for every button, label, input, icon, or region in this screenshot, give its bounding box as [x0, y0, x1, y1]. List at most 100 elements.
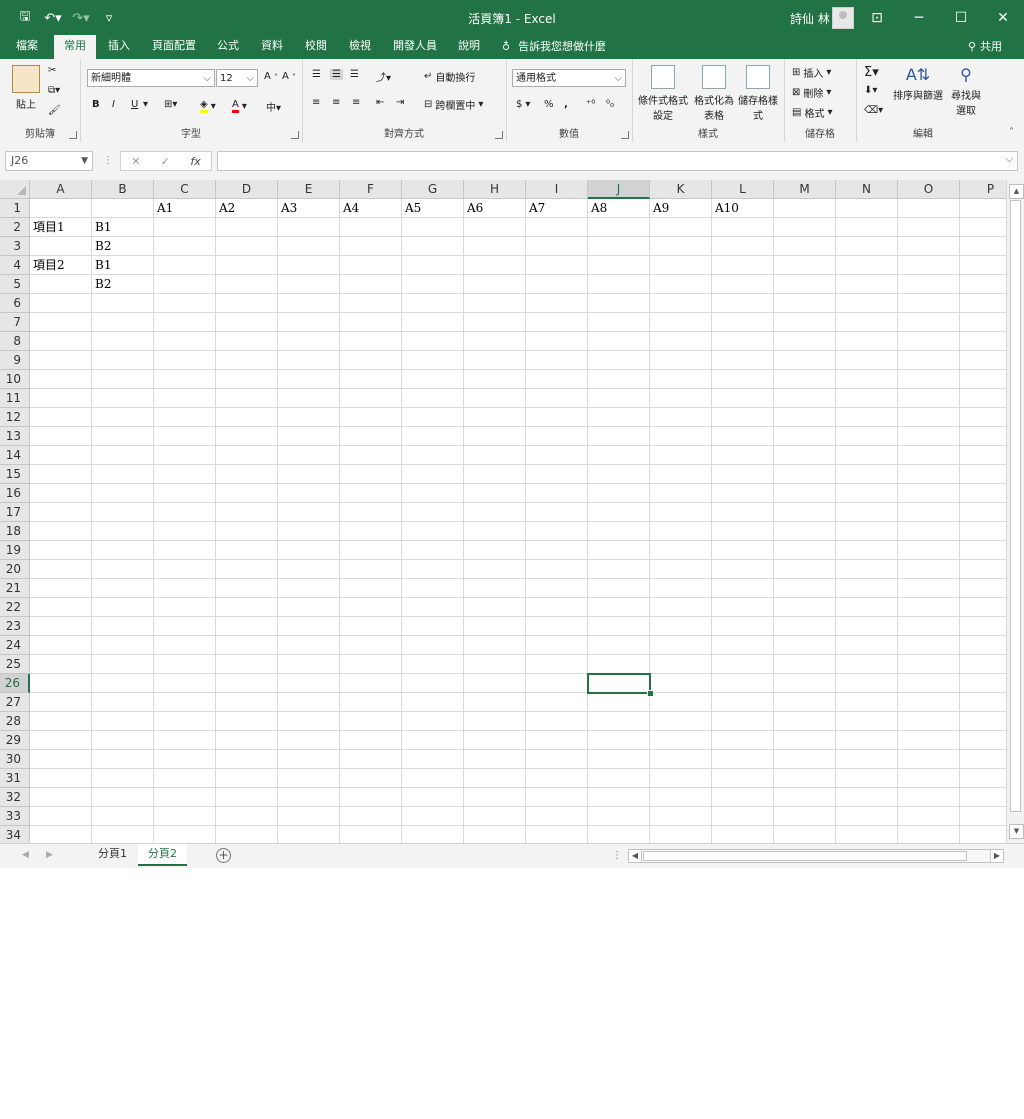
next-sheet-icon[interactable]: ▶ [46, 850, 53, 860]
row-header-24[interactable]: 24 [0, 636, 30, 655]
cell-area[interactable]: A1 A2 A3 A4 A5 A6 A7 A8 A9 A10 項目1 B1 B2 項目2 B1 B2 [30, 199, 1006, 843]
shrink-font-icon[interactable]: A ˅ [282, 71, 296, 82]
expand-formula-icon[interactable]: ⌵ [1005, 154, 1013, 165]
currency-button[interactable]: $ ▾ [516, 99, 530, 110]
tab-formulas[interactable]: 公式 [207, 35, 249, 59]
insert-cells-button[interactable]: ⊞ 插入 ▾ [792, 65, 831, 80]
cell-c1[interactable]: A1 [154, 199, 173, 218]
row-header-30[interactable]: 30 [0, 750, 30, 769]
align-bottom-icon[interactable]: ☰ [350, 69, 359, 80]
row-header-2[interactable]: 2 [0, 218, 30, 237]
font-size-select[interactable]: 12 ⌵ [216, 69, 258, 87]
column-header-k[interactable]: K [650, 180, 712, 199]
row-header-19[interactable]: 19 [0, 541, 30, 560]
tab-review[interactable]: 校閱 [295, 35, 337, 59]
paste-button[interactable]: 貼上 [12, 65, 40, 111]
scroll-up-icon[interactable]: ▲ [1009, 184, 1024, 199]
insert-function-icon[interactable]: fx [190, 155, 200, 168]
column-header-d[interactable]: D [216, 180, 278, 199]
row-header-28[interactable]: 28 [0, 712, 30, 731]
format-painter-icon[interactable]: 🖌 [48, 105, 61, 116]
increase-indent-icon[interactable]: ⇥ [396, 97, 404, 108]
vertical-scrollbar[interactable]: ▲ ▼ [1006, 180, 1024, 843]
row-header-13[interactable]: 13 [0, 427, 30, 446]
fill-icon[interactable]: ⬇▾ [864, 85, 877, 96]
prev-sheet-icon[interactable]: ◀ [22, 850, 29, 860]
row-header-1[interactable]: 1 [0, 199, 30, 218]
sheet-tab-1[interactable]: 分頁1 [88, 844, 137, 866]
align-middle-icon[interactable]: ☰ [330, 69, 343, 80]
borders-icon[interactable]: ⊞▾ [164, 99, 177, 110]
comma-button[interactable]: , [564, 99, 568, 110]
name-box[interactable]: J26 ▼ [5, 151, 93, 171]
column-header-l[interactable]: L [712, 180, 774, 199]
row-header-6[interactable]: 6 [0, 294, 30, 313]
row-header-5[interactable]: 5 [0, 275, 30, 294]
tab-insert[interactable]: 插入 [98, 35, 140, 59]
column-header-n[interactable]: N [836, 180, 898, 199]
autosum-icon[interactable]: Σ▾ [864, 65, 879, 80]
wrap-text-button[interactable]: ↵ 自動換行 [424, 69, 475, 84]
column-header-e[interactable]: E [278, 180, 340, 199]
cell-i1[interactable]: A7 [526, 199, 545, 218]
cell-h1[interactable]: A6 [464, 199, 483, 218]
enter-icon[interactable]: ✓ [161, 155, 170, 168]
phonetic-icon[interactable]: 中▾ [266, 99, 281, 114]
number-format-select[interactable]: 通用格式 ⌵ [512, 69, 626, 87]
conditional-formatting-button[interactable]: 條件式格式設定 [638, 65, 688, 122]
alignment-launcher-icon[interactable] [495, 131, 503, 139]
row-header-10[interactable]: 10 [0, 370, 30, 389]
align-top-icon[interactable]: ☰ [312, 69, 321, 80]
scroll-left-icon[interactable]: ◀ [629, 850, 642, 862]
number-launcher-icon[interactable] [621, 131, 629, 139]
percent-button[interactable]: % [544, 99, 554, 110]
row-header-31[interactable]: 31 [0, 769, 30, 788]
cut-icon[interactable]: ✂ [48, 65, 56, 76]
row-header-14[interactable]: 14 [0, 446, 30, 465]
column-header-m[interactable]: M [774, 180, 836, 199]
font-color-icon[interactable]: A ▾ [232, 99, 247, 113]
cell-k1[interactable]: A9 [650, 199, 669, 218]
cell-b4[interactable]: B1 [92, 256, 111, 275]
active-cell-selection[interactable] [587, 673, 651, 694]
find-select-button[interactable]: ⚲ 尋找與選取 [948, 65, 984, 117]
bold-button[interactable]: B [92, 99, 100, 110]
row-header-4[interactable]: 4 [0, 256, 30, 275]
row-header-32[interactable]: 32 [0, 788, 30, 807]
tab-view[interactable]: 檢視 [339, 35, 381, 59]
merge-center-button[interactable]: ⊟ 跨欄置中 ▾ [424, 97, 483, 112]
tab-page-layout[interactable]: 頁面配置 [142, 35, 206, 59]
copy-icon[interactable]: ⧉▾ [48, 85, 60, 96]
column-header-g[interactable]: G [402, 180, 464, 199]
tab-developer[interactable]: 開發人員 [383, 35, 447, 59]
vertical-scroll-thumb[interactable] [1010, 200, 1021, 812]
tab-file[interactable]: 檔案 [6, 35, 48, 59]
row-header-27[interactable]: 27 [0, 693, 30, 712]
cell-d1[interactable]: A2 [216, 199, 235, 218]
tab-help[interactable]: 說明 [448, 35, 490, 59]
delete-cells-button[interactable]: ⊠ 刪除 ▾ [792, 85, 831, 100]
user-name[interactable]: 詩仙 林 [790, 10, 830, 27]
tab-home[interactable]: 常用 [54, 35, 96, 59]
column-header-b[interactable]: B [92, 180, 154, 199]
share-button[interactable]: ⚲ 共用 [968, 35, 1002, 59]
column-header-a[interactable]: A [30, 180, 92, 199]
sheet-tab-2[interactable]: 分頁2 [138, 844, 187, 866]
select-all-button[interactable] [0, 180, 30, 199]
cell-g1[interactable]: A5 [402, 199, 421, 218]
add-sheet-icon[interactable]: + [216, 848, 231, 863]
format-cells-button[interactable]: ▤ 格式 ▾ [792, 105, 832, 120]
minimize-button[interactable]: ─ [898, 0, 940, 35]
cell-a2[interactable]: 項目1 [30, 218, 65, 237]
sort-filter-button[interactable]: A⇅ 排序與篩選 [892, 65, 944, 102]
orientation-icon[interactable]: ⤴▾ [376, 69, 391, 84]
column-header-o[interactable]: O [898, 180, 960, 199]
row-header-12[interactable]: 12 [0, 408, 30, 427]
scroll-right-icon[interactable]: ▶ [990, 850, 1003, 862]
row-header-15[interactable]: 15 [0, 465, 30, 484]
cell-b2[interactable]: B1 [92, 218, 111, 237]
decrease-indent-icon[interactable]: ⇤ [376, 97, 384, 108]
align-right-icon[interactable]: ≡ [352, 97, 360, 108]
row-header-25[interactable]: 25 [0, 655, 30, 674]
cell-a4[interactable]: 項目2 [30, 256, 65, 275]
